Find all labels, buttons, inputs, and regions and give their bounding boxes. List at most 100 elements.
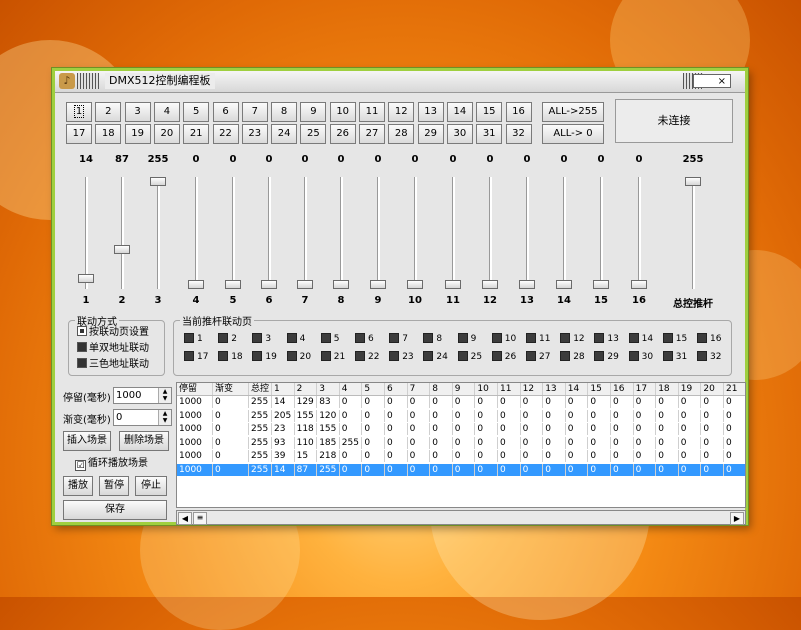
slider-thumb[interactable] [482, 280, 498, 289]
slider-track[interactable] [268, 177, 271, 289]
all-0-button[interactable]: ALL-> 0 [542, 124, 604, 144]
slider-thumb[interactable] [188, 280, 204, 289]
table-row[interactable]: 1000 0 255 23 118 155 0 0 0 0 0 0 0 0 0 0 0 0 0 0 0 0 0 0 [177, 423, 745, 435]
channel-button[interactable]: 24 [271, 124, 298, 144]
table-header-cell[interactable]: 4 [340, 383, 363, 395]
slider-track[interactable] [489, 177, 492, 289]
table-row[interactable]: 1000 0 255 205 155 120 0 0 0 0 0 0 0 0 0 0 0 0 0 0 0 0 0 0 [177, 409, 745, 422]
channel-button[interactable]: 18 [95, 124, 122, 144]
scene-table[interactable]: 停留 渐变 总控 1 2 3 4 5 6 7 8 9 10 11 12 13 14 15 16 17 18 19 20 21 1… [176, 382, 746, 508]
channel-button[interactable]: 23 [241, 124, 268, 144]
link-page-checkbox[interactable]: 20 [286, 351, 311, 363]
slider-thumb[interactable] [261, 280, 277, 289]
table-header-cell[interactable]: 7 [408, 383, 431, 395]
slider-thumb[interactable] [407, 280, 423, 289]
table-header-cell[interactable]: 16 [611, 383, 634, 395]
slider-track[interactable] [195, 177, 198, 289]
table-header-cell[interactable]: 18 [656, 383, 679, 395]
table-header-cell[interactable]: 8 [430, 383, 453, 395]
delete-scene-button[interactable]: 删除场景 [119, 431, 169, 451]
link-page-checkbox[interactable]: 22 [355, 351, 379, 363]
table-header-cell[interactable]: 21 [724, 383, 745, 395]
slider-track[interactable] [340, 177, 343, 289]
link-page-checkbox[interactable]: 27 [526, 351, 550, 363]
table-header-cell[interactable]: 19 [679, 383, 702, 395]
channel-button[interactable]: 25 [300, 124, 327, 144]
link-page-checkbox[interactable]: 32 [697, 351, 721, 363]
table-row[interactable]: 1000 0 255 14 129 83 0 0 0 0 0 0 0 0 0 0 0 0 0 0 0 0 0 0 [177, 396, 745, 408]
fade-input[interactable]: 0 ▲ ▼ [113, 409, 172, 426]
save-button[interactable]: 保存 [63, 500, 167, 520]
link-page-checkbox[interactable]: 12 [560, 333, 585, 345]
channel-button[interactable]: 20 [153, 124, 180, 144]
master-track[interactable] [692, 177, 695, 289]
channel-button[interactable]: 3 [124, 102, 151, 122]
channel-button[interactable]: 14 [446, 102, 473, 122]
table-header-cell[interactable]: 14 [566, 383, 589, 395]
link-page-checkbox[interactable]: 1 [184, 333, 203, 345]
stop-button[interactable]: 停止 [135, 476, 167, 496]
slider-track[interactable] [377, 177, 380, 289]
link-page-checkbox[interactable]: 28 [560, 351, 585, 363]
slider-thumb[interactable] [593, 280, 609, 289]
link-page-checkbox[interactable]: 10 [491, 333, 516, 345]
link-page-checkbox[interactable]: 13 [594, 333, 619, 345]
channel-button[interactable]: 10 [329, 102, 356, 122]
channel-button[interactable]: 2 [95, 102, 122, 122]
table-row[interactable]: 1000 0 255 93 110 185 255 0 0 0 0 0 0 0 0 0 0 0 0 0 0 0 0 0 [177, 436, 745, 449]
link-page-checkbox[interactable]: 9 [457, 333, 476, 345]
slider-track[interactable] [600, 177, 603, 289]
link-page-checkbox[interactable]: 25 [457, 351, 482, 363]
channel-button[interactable]: 21 [183, 124, 210, 144]
channel-button[interactable]: 31 [476, 124, 503, 144]
slider-track[interactable] [304, 177, 307, 289]
channel-button[interactable]: 9 [300, 102, 327, 122]
slider-track[interactable] [452, 177, 455, 289]
slider-thumb[interactable] [78, 274, 94, 284]
slider-thumb[interactable] [445, 280, 461, 289]
channel-button[interactable]: 22 [212, 124, 239, 144]
channel-button[interactable]: 6 [212, 102, 239, 122]
link-page-checkbox[interactable]: 16 [697, 333, 721, 345]
title-bar[interactable]: ♪ DMX512控制编程板 × [55, 71, 745, 93]
link-page-checkbox[interactable]: 31 [662, 351, 687, 363]
link-page-checkbox[interactable]: 30 [628, 351, 653, 363]
slider-thumb[interactable] [114, 244, 130, 254]
slider-thumb[interactable] [519, 280, 535, 289]
slider-thumb[interactable] [370, 280, 386, 289]
link-page-checkbox[interactable]: 3 [252, 333, 271, 345]
channel-button[interactable]: 4 [153, 102, 180, 122]
slider-track[interactable] [157, 177, 160, 289]
channel-button[interactable]: 16 [505, 102, 532, 122]
slider-thumb[interactable] [333, 280, 349, 289]
table-header-cell[interactable]: 5 [362, 383, 385, 395]
channel-button[interactable]: 17 [66, 124, 92, 144]
table-header-cell[interactable]: 11 [498, 383, 521, 395]
link-page-checkbox[interactable]: 19 [252, 351, 277, 363]
table-header-cell[interactable]: 9 [453, 383, 476, 395]
channel-button[interactable]: 32 [505, 124, 532, 144]
link-page-checkbox[interactable]: 23 [389, 351, 414, 363]
table-horizontal-scrollbar[interactable]: ◀ ≡ ▶ [176, 510, 746, 525]
channel-button[interactable]: 12 [388, 102, 415, 122]
link-page-checkbox[interactable]: 4 [286, 333, 305, 345]
channel-button[interactable]: 29 [417, 124, 444, 144]
slider-thumb[interactable] [556, 280, 572, 289]
close-button[interactable]: × [693, 74, 731, 88]
scroll-right-icon[interactable]: ▶ [730, 512, 744, 525]
slider-track[interactable] [563, 177, 566, 289]
loop-checkbox[interactable]: ☑ 循环播放场景 [75, 457, 148, 471]
master-thumb[interactable] [685, 177, 701, 186]
channel-button[interactable]: 27 [359, 124, 385, 144]
slider-track[interactable] [85, 177, 88, 289]
pause-button[interactable]: 暂停 [99, 476, 129, 496]
link-page-checkbox[interactable]: 15 [662, 333, 687, 345]
all-255-button[interactable]: ALL->255 [542, 102, 604, 122]
table-row[interactable]: 1000 0 255 39 15 218 0 0 0 0 0 0 0 0 0 0 0 0 0 0 0 0 0 0 [177, 450, 745, 462]
slider-thumb[interactable] [631, 280, 647, 289]
table-header-cell[interactable]: 17 [634, 383, 657, 395]
link-page-checkbox[interactable]: 11 [526, 333, 550, 345]
slider-track[interactable] [232, 177, 235, 289]
link-page-checkbox[interactable]: 26 [491, 351, 516, 363]
link-page-checkbox[interactable]: 18 [218, 351, 243, 363]
